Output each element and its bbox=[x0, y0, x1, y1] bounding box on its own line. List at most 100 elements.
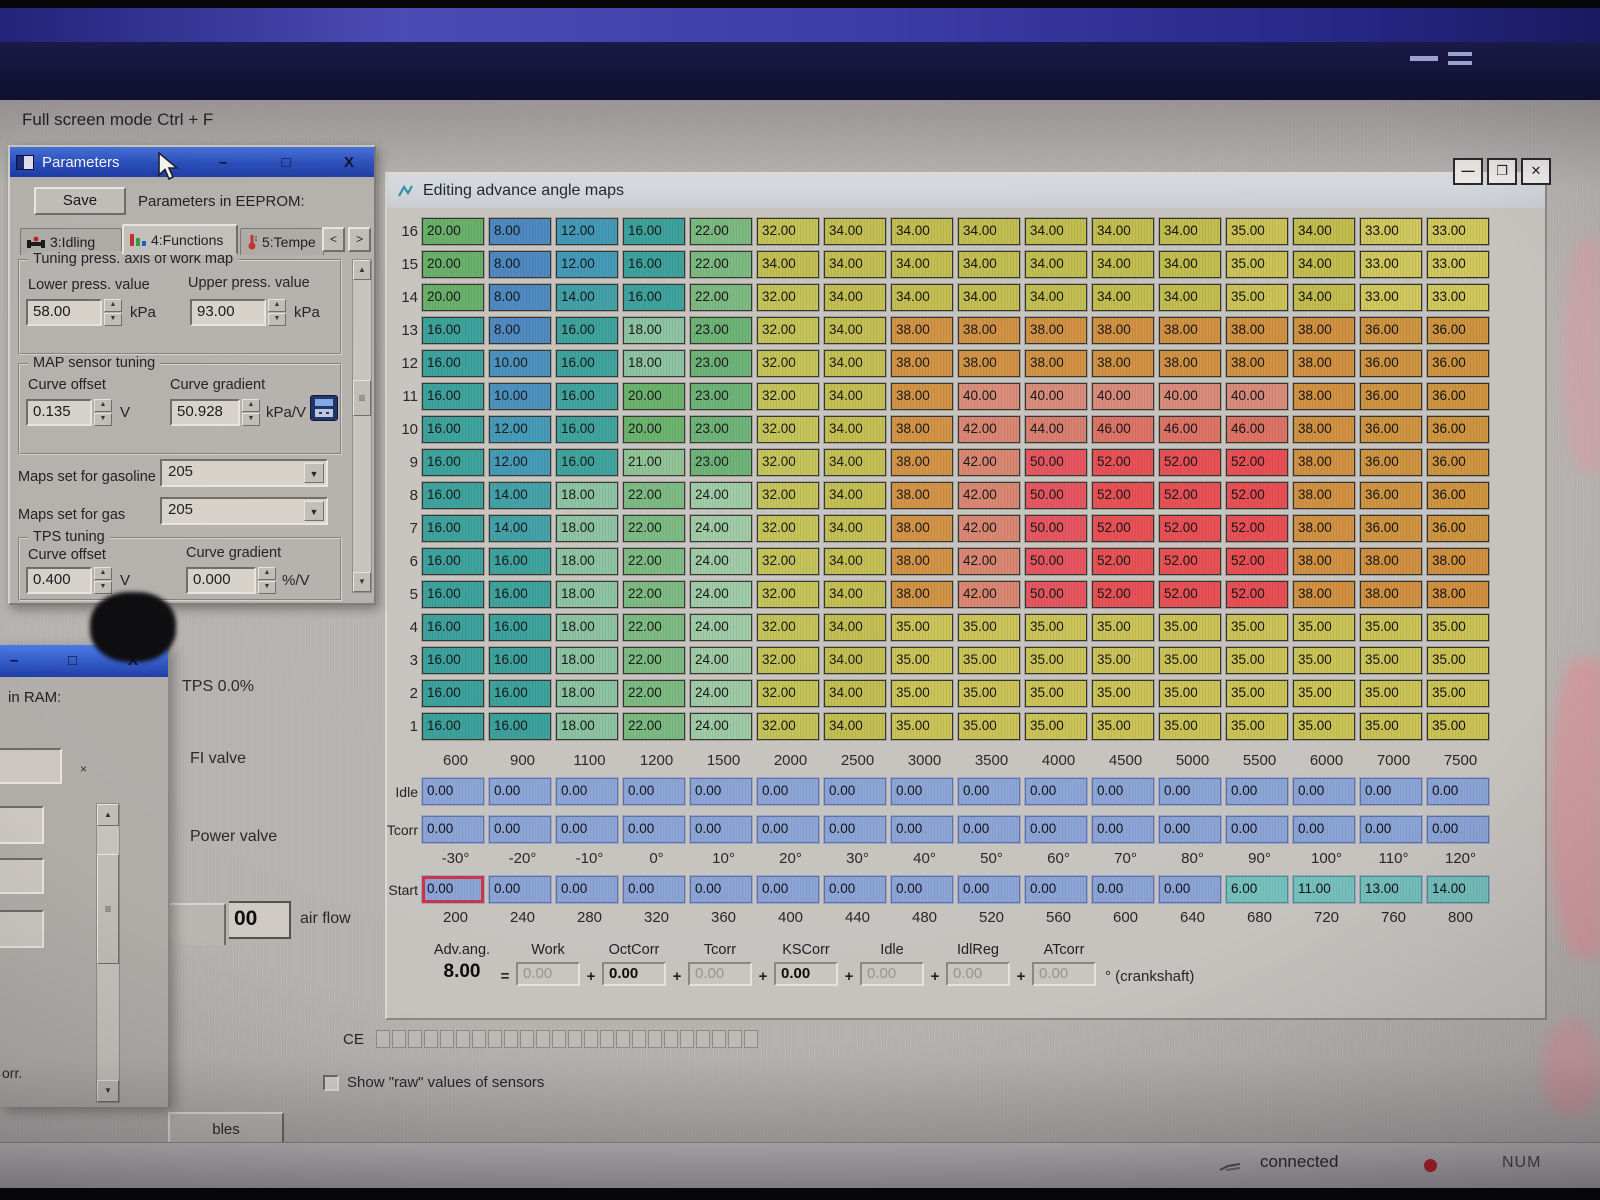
map-cell[interactable]: 33.00 bbox=[1360, 251, 1422, 278]
map-cell[interactable]: 32.00 bbox=[757, 647, 819, 674]
scroll-up-icon[interactable]: ▲ bbox=[97, 804, 119, 826]
map-cell[interactable]: 22.00 bbox=[690, 218, 752, 245]
map-cell[interactable]: 22.00 bbox=[623, 548, 685, 575]
map-cell[interactable]: 33.00 bbox=[1427, 251, 1489, 278]
idle-cell[interactable]: 0.00 bbox=[1293, 778, 1355, 805]
map-cell[interactable]: 23.00 bbox=[690, 350, 752, 377]
map-cell[interactable]: 44.00 bbox=[1025, 416, 1087, 443]
map-cell[interactable]: 46.00 bbox=[1226, 416, 1288, 443]
map-cell[interactable]: 10.00 bbox=[489, 383, 551, 410]
map-cell[interactable]: 18.00 bbox=[556, 680, 618, 707]
map-cell[interactable]: 36.00 bbox=[1427, 317, 1489, 344]
upper-press-field[interactable]: 93.00 bbox=[190, 299, 266, 326]
map-cell[interactable]: 52.00 bbox=[1226, 449, 1288, 476]
tcorr-cell[interactable]: 0.00 bbox=[623, 816, 685, 843]
map-cell[interactable]: 22.00 bbox=[623, 482, 685, 509]
map-cell[interactable]: 34.00 bbox=[824, 713, 886, 740]
map-cell[interactable]: 34.00 bbox=[1159, 218, 1221, 245]
idle-cell[interactable]: 0.00 bbox=[891, 778, 953, 805]
map-cell[interactable]: 16.00 bbox=[422, 449, 484, 476]
map-cell[interactable]: 52.00 bbox=[1092, 482, 1154, 509]
maps-gasoline-select[interactable]: 205 ▼ bbox=[160, 459, 328, 487]
map-cell[interactable]: 36.00 bbox=[1360, 482, 1422, 509]
map-cell[interactable]: 24.00 bbox=[690, 482, 752, 509]
map-cell[interactable]: 16.00 bbox=[422, 548, 484, 575]
tcorr-cell[interactable]: 0.00 bbox=[1360, 816, 1422, 843]
map-cell[interactable]: 50.00 bbox=[1025, 515, 1087, 542]
map-cell[interactable]: 35.00 bbox=[1025, 680, 1087, 707]
map-cell[interactable]: 18.00 bbox=[556, 647, 618, 674]
start-cell[interactable]: 0.00 bbox=[1092, 876, 1154, 903]
map-cell[interactable]: 36.00 bbox=[1427, 350, 1489, 377]
map-cell[interactable]: 34.00 bbox=[891, 284, 953, 311]
map-cell[interactable]: 32.00 bbox=[757, 317, 819, 344]
parameters-titlebar[interactable]: Parameters – □ X bbox=[10, 147, 374, 177]
map-cell[interactable]: 16.00 bbox=[556, 383, 618, 410]
save-button[interactable]: Save bbox=[34, 187, 126, 215]
tab-temperature[interactable]: 5:Tempe bbox=[240, 228, 324, 255]
map-cell[interactable]: 35.00 bbox=[1427, 713, 1489, 740]
idle-cell[interactable]: 0.00 bbox=[824, 778, 886, 805]
map-cell[interactable]: 38.00 bbox=[891, 515, 953, 542]
map-cell[interactable]: 16.00 bbox=[422, 647, 484, 674]
map-cell[interactable]: 35.00 bbox=[891, 614, 953, 641]
idle-cell[interactable]: 0.00 bbox=[1360, 778, 1422, 805]
map-cell[interactable]: 36.00 bbox=[1427, 416, 1489, 443]
map-cell[interactable]: 35.00 bbox=[958, 614, 1020, 641]
map-cell[interactable]: 16.00 bbox=[556, 317, 618, 344]
map-cell[interactable]: 36.00 bbox=[1360, 350, 1422, 377]
map-cell[interactable]: 35.00 bbox=[1159, 614, 1221, 641]
map-cell[interactable]: 34.00 bbox=[1025, 218, 1087, 245]
map-cell[interactable]: 52.00 bbox=[1159, 515, 1221, 542]
map-cell[interactable]: 40.00 bbox=[1226, 383, 1288, 410]
map-cell[interactable]: 42.00 bbox=[958, 482, 1020, 509]
map-cell[interactable]: 34.00 bbox=[891, 218, 953, 245]
idle-cell[interactable]: 0.00 bbox=[422, 778, 484, 805]
map-cell[interactable]: 38.00 bbox=[1293, 482, 1355, 509]
map-cell[interactable]: 35.00 bbox=[1293, 647, 1355, 674]
parameters-scrollbar[interactable]: ▲ ≡ ▼ bbox=[352, 259, 372, 593]
map-cell[interactable]: 38.00 bbox=[891, 416, 953, 443]
tcorr-cell[interactable]: 0.00 bbox=[757, 816, 819, 843]
map-cell[interactable]: 35.00 bbox=[1025, 614, 1087, 641]
tcorr-cell[interactable]: 0.00 bbox=[1427, 816, 1489, 843]
map-cell[interactable]: 18.00 bbox=[623, 350, 685, 377]
tcorr-cell[interactable]: 0.00 bbox=[958, 816, 1020, 843]
map-cell[interactable]: 33.00 bbox=[1360, 218, 1422, 245]
map-cell[interactable]: 34.00 bbox=[1092, 218, 1154, 245]
map-cell[interactable]: 16.00 bbox=[556, 416, 618, 443]
map-cell[interactable]: 34.00 bbox=[824, 416, 886, 443]
map-cell[interactable]: 32.00 bbox=[757, 416, 819, 443]
map-cell[interactable]: 10.00 bbox=[489, 350, 551, 377]
map-cell[interactable]: 40.00 bbox=[1025, 383, 1087, 410]
map-cell[interactable]: 32.00 bbox=[757, 548, 819, 575]
start-cell[interactable]: 13.00 bbox=[1360, 876, 1422, 903]
map-cell[interactable]: 12.00 bbox=[489, 449, 551, 476]
map-cell[interactable]: 20.00 bbox=[623, 416, 685, 443]
ram-field[interactable] bbox=[0, 910, 44, 948]
tcorr-cell[interactable]: 0.00 bbox=[1092, 816, 1154, 843]
map-cell[interactable]: 33.00 bbox=[1360, 284, 1422, 311]
map-cell[interactable]: 34.00 bbox=[824, 383, 886, 410]
map-cell[interactable]: 34.00 bbox=[824, 317, 886, 344]
map-cell[interactable]: 52.00 bbox=[1226, 548, 1288, 575]
map-cell[interactable]: 35.00 bbox=[1360, 713, 1422, 740]
map-cell[interactable]: 22.00 bbox=[623, 680, 685, 707]
ram-scrollbar[interactable]: ▲ ≡ ▼ bbox=[96, 803, 120, 1103]
tcorr-cell[interactable]: 0.00 bbox=[690, 816, 752, 843]
map-cell[interactable]: 52.00 bbox=[1092, 548, 1154, 575]
map-cell[interactable]: 36.00 bbox=[1427, 515, 1489, 542]
start-cell[interactable]: 14.00 bbox=[1427, 876, 1489, 903]
map-cell[interactable]: 20.00 bbox=[422, 284, 484, 311]
map-cell[interactable]: 34.00 bbox=[958, 284, 1020, 311]
start-cell[interactable]: 0.00 bbox=[1159, 876, 1221, 903]
map-cell[interactable]: 34.00 bbox=[824, 449, 886, 476]
map-cell[interactable]: 33.00 bbox=[1427, 218, 1489, 245]
map-cell[interactable]: 32.00 bbox=[757, 680, 819, 707]
map-cell[interactable]: 22.00 bbox=[690, 284, 752, 311]
map-cell[interactable]: 34.00 bbox=[1092, 251, 1154, 278]
map-cell[interactable]: 38.00 bbox=[891, 482, 953, 509]
map-cell[interactable]: 32.00 bbox=[757, 614, 819, 641]
map-cell[interactable]: 35.00 bbox=[958, 647, 1020, 674]
map-cell[interactable]: 36.00 bbox=[1360, 317, 1422, 344]
